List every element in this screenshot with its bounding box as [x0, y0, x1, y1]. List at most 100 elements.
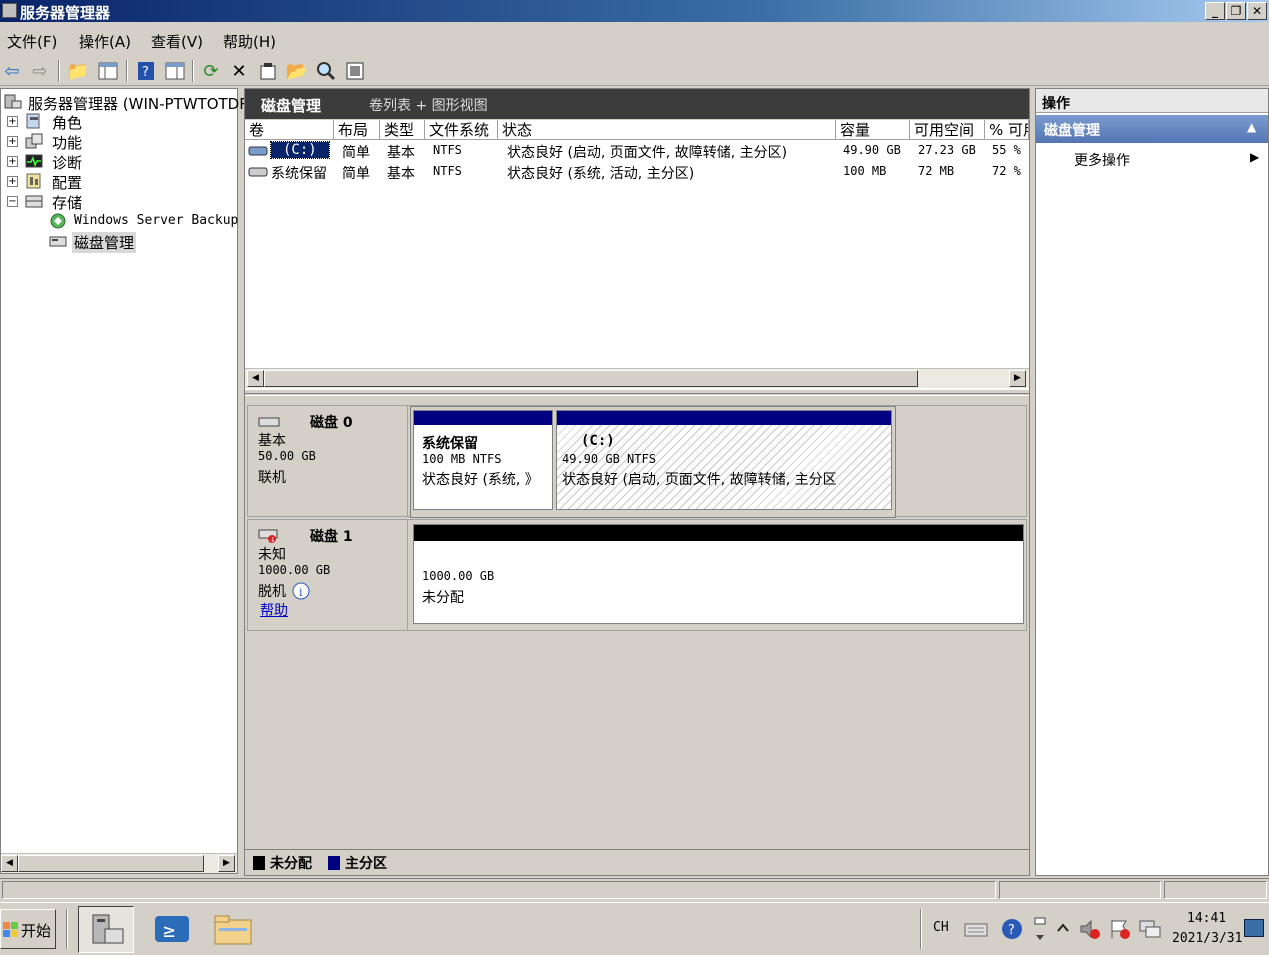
volume-muted-icon[interactable]: [1078, 917, 1102, 941]
settings-icon[interactable]: [343, 59, 367, 83]
maximize-button[interactable]: ❐: [1226, 2, 1246, 20]
collapse-up-icon[interactable]: ▲: [1247, 120, 1256, 134]
start-button[interactable]: 开始: [0, 909, 56, 949]
language-indicator[interactable]: CH: [933, 920, 949, 935]
properties-icon[interactable]: [256, 59, 280, 83]
volume-free-space: 72 MB: [918, 164, 955, 178]
help-icon[interactable]: ?: [134, 59, 158, 83]
scroll-left-button[interactable]: ◀: [1, 855, 18, 872]
minimize-button[interactable]: _: [1205, 2, 1225, 20]
expand-features-toggle[interactable]: +: [7, 136, 18, 147]
table-row[interactable]: 系统保留 简单 基本 NTFS 状态良好 (系统, 活动, 主分区) 100 M…: [245, 162, 1029, 182]
forward-icon[interactable]: ⇨: [28, 59, 52, 83]
help-icon[interactable]: ?: [1000, 917, 1024, 941]
clock-time[interactable]: 14:41: [1187, 911, 1226, 926]
actions-section-disk-management[interactable]: 磁盘管理 ▲: [1036, 115, 1268, 143]
up-folder-icon[interactable]: 📁: [66, 59, 90, 83]
taskbar-server-manager-button[interactable]: [78, 906, 134, 953]
tree-item-features[interactable]: 功能: [52, 132, 82, 153]
partition-status: 状态良好 (系统, 》: [422, 472, 539, 488]
tree-horizontal-scrollbar[interactable]: ◀ ▶: [1, 853, 237, 873]
show-hidden-icons-icon[interactable]: [1055, 921, 1071, 935]
back-icon[interactable]: ⇦: [0, 59, 24, 83]
column-header-type[interactable]: 类型: [380, 120, 425, 140]
scroll-thumb[interactable]: [264, 370, 918, 387]
expand-diagnostics-toggle[interactable]: +: [7, 156, 18, 167]
info-icon[interactable]: i: [292, 582, 310, 600]
network-icon[interactable]: [1138, 917, 1162, 941]
partition-detail: 100 MB NTFS: [422, 452, 502, 466]
windows-logo-icon: [3, 922, 18, 937]
status-panel: [2, 881, 996, 899]
pane-title: 磁盘管理: [261, 97, 322, 115]
more-actions-item[interactable]: 更多操作 ▶: [1036, 147, 1268, 171]
start-label: 开始: [21, 922, 52, 940]
scroll-right-button[interactable]: ▶: [1009, 370, 1026, 387]
column-header-filesystem[interactable]: 文件系统: [425, 120, 498, 140]
disk-0-info[interactable]: 磁盘 0 基本 50.00 GB 联机: [248, 406, 408, 516]
volume-list-horizontal-scrollbar[interactable]: ◀ ▶: [245, 368, 1029, 388]
window-title: 服务器管理器: [20, 4, 111, 22]
column-header-status[interactable]: 状态: [498, 120, 836, 140]
expand-configuration-toggle[interactable]: +: [7, 176, 18, 187]
disk-management-icon: [49, 233, 67, 249]
scroll-right-button[interactable]: ▶: [218, 855, 235, 872]
refresh-icon[interactable]: ⟳: [199, 59, 223, 83]
volume-capacity: 49.90 GB: [843, 143, 901, 157]
menu-view[interactable]: 查看(V): [151, 31, 203, 52]
column-header-layout[interactable]: 布局: [334, 120, 380, 140]
help-link[interactable]: 帮助: [260, 600, 288, 620]
column-header-free-space[interactable]: 可用空间: [910, 120, 985, 140]
tree-item-diagnostics[interactable]: 诊断: [52, 152, 82, 173]
volume-percent-free: 55 %: [992, 143, 1021, 157]
tree-root-server-manager[interactable]: 服务器管理器 (WIN-PTWTOTDRL5: [28, 93, 268, 114]
menu-action[interactable]: 操作(A): [79, 31, 131, 52]
scroll-thumb[interactable]: [18, 855, 204, 872]
table-row[interactable]: (C:) 简单 基本 NTFS 状态良好 (启动, 页面文件, 故障转储, 主分…: [245, 141, 1029, 161]
partition-name: 系统保留: [422, 436, 478, 452]
column-header-percent-free[interactable]: % 可用: [985, 120, 1029, 140]
volume-type: 基本: [387, 145, 415, 161]
partition-unallocated[interactable]: 1000.00 GB 未分配: [413, 524, 1024, 624]
keyboard-icon[interactable]: [964, 918, 988, 940]
delete-icon[interactable]: ✕: [227, 59, 251, 83]
diagnostics-icon: [25, 153, 43, 169]
disk-label: 磁盘 1: [310, 529, 353, 545]
volume-status: 状态良好 (系统, 活动, 主分区): [507, 166, 695, 182]
basic-disk-icon: [258, 417, 280, 427]
column-header-capacity[interactable]: 容量: [836, 120, 910, 140]
partition-c-drive[interactable]: (C:) 49.90 GB NTFS 状态良好 (启动, 页面文件, 故障转储,…: [556, 410, 892, 510]
tree-item-roles[interactable]: 角色: [52, 112, 82, 133]
close-button[interactable]: ✕: [1247, 2, 1267, 20]
expand-roles-toggle[interactable]: +: [7, 116, 18, 127]
menu-file[interactable]: 文件(F): [7, 31, 57, 52]
actions-title: 操作: [1042, 96, 1070, 112]
taskbar-explorer-button[interactable]: [205, 906, 261, 953]
open-folder-icon[interactable]: 📂: [285, 59, 309, 83]
disk-size: 1000.00 GB: [258, 563, 331, 577]
properties-view-icon[interactable]: [163, 59, 187, 83]
collapse-storage-toggle[interactable]: −: [7, 196, 18, 207]
tree-item-disk-management[interactable]: 磁盘管理: [72, 232, 137, 253]
disk-1-info[interactable]: ↓ 磁盘 1 未知 1000.00 GB 脱机 i 帮助: [248, 520, 408, 630]
show-desktop-button[interactable]: [1244, 919, 1264, 937]
partition-system-reserved[interactable]: 系统保留 100 MB NTFS 状态良好 (系统, 》: [413, 410, 553, 510]
powershell-icon: ≥: [155, 916, 189, 942]
tree-item-windows-server-backup[interactable]: Windows Server Backup: [74, 213, 238, 228]
language-options-icon[interactable]: [1032, 915, 1048, 943]
search-icon[interactable]: [314, 59, 338, 83]
submenu-arrow-icon: ▶: [1250, 150, 1260, 164]
column-header-volume[interactable]: 卷: [245, 120, 334, 140]
splitter[interactable]: [245, 393, 1029, 396]
clock-date[interactable]: 2021/3/31: [1172, 931, 1242, 946]
primary-partition-bar: [557, 411, 891, 425]
menu-help[interactable]: 帮助(H): [223, 31, 276, 52]
tree-item-storage[interactable]: 存储: [52, 192, 82, 213]
action-center-flag-icon[interactable]: [1108, 917, 1132, 941]
unallocated-bar: [414, 525, 1023, 541]
show-hide-tree-icon[interactable]: [96, 59, 120, 83]
tree-item-configuration[interactable]: 配置: [52, 172, 82, 193]
taskbar-powershell-button[interactable]: ≥: [145, 906, 201, 953]
features-icon: [25, 133, 43, 149]
scroll-left-button[interactable]: ◀: [247, 370, 264, 387]
